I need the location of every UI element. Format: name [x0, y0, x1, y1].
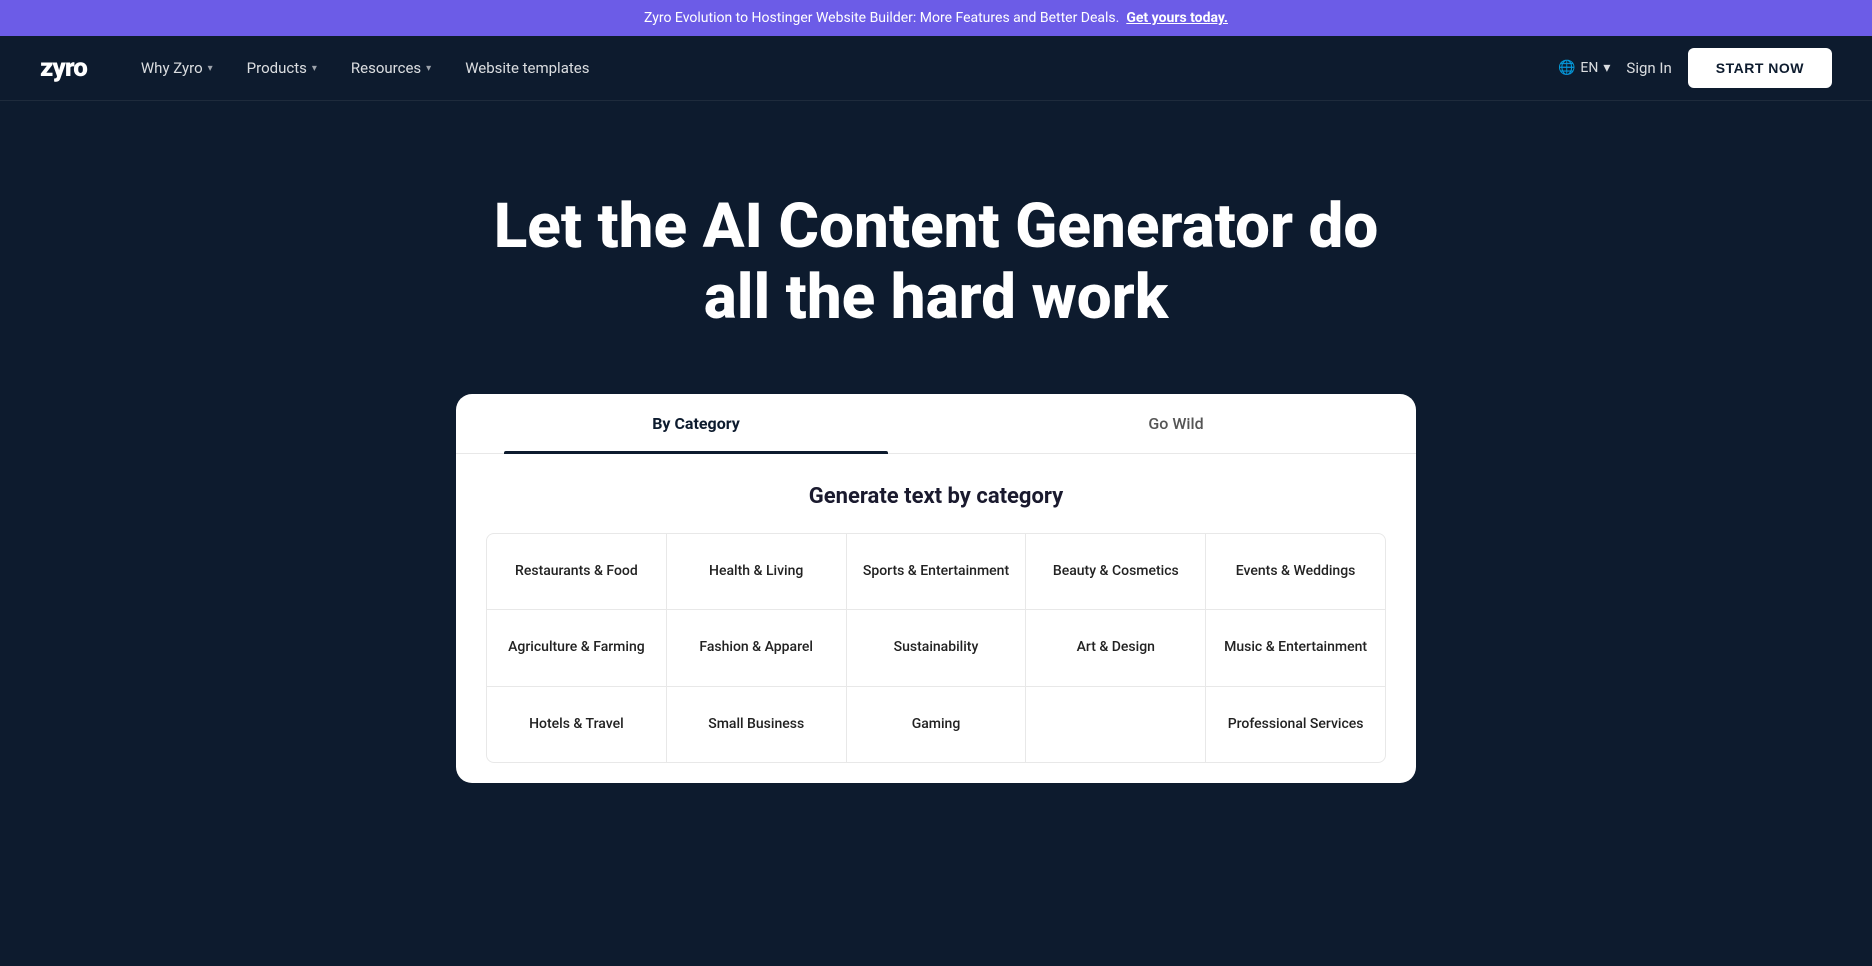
category-events-weddings[interactable]: Events & Weddings	[1206, 534, 1385, 610]
tab-go-wild[interactable]: Go Wild	[936, 394, 1416, 453]
nav-products[interactable]: Products ▾	[233, 51, 331, 85]
category-label: Professional Services	[1228, 716, 1364, 732]
nav-templates-label: Website templates	[465, 59, 589, 77]
category-agriculture-farming[interactable]: Agriculture & Farming	[487, 610, 666, 686]
nav-products-label: Products	[247, 59, 307, 77]
lang-label: EN	[1580, 60, 1598, 76]
announcement-text: Zyro Evolution to Hostinger Website Buil…	[644, 10, 1119, 26]
nav-right: 🌐 EN ▾ Sign In START NOW	[1558, 48, 1832, 88]
category-label: Gaming	[912, 716, 961, 732]
category-small-business[interactable]: Small Business	[667, 687, 846, 763]
chevron-down-icon: ▾	[312, 63, 317, 74]
category-beauty-cosmetics[interactable]: Beauty & Cosmetics	[1026, 534, 1205, 610]
category-label: Sustainability	[894, 639, 979, 655]
category-music-entertainment[interactable]: Music & Entertainment	[1206, 610, 1385, 686]
tab-by-category-label: By Category	[652, 414, 740, 433]
lang-selector[interactable]: 🌐 EN ▾	[1558, 60, 1610, 76]
nav-why-zyro-label: Why Zyro	[141, 59, 203, 77]
hero-heading: Let the AI Content Generator do all the …	[486, 191, 1386, 334]
category-panel: By Category Go Wild Generate text by cat…	[456, 394, 1416, 784]
sign-in-label: Sign In	[1626, 59, 1671, 77]
logo-zyro: zyro	[40, 53, 87, 83]
hero-section: Let the AI Content Generator do all the …	[0, 101, 1872, 394]
announcement-bar: Zyro Evolution to Hostinger Website Buil…	[0, 0, 1872, 36]
main-nav: zyro Why Zyro ▾ Products ▾ Resources ▾ W…	[0, 36, 1872, 101]
category-health-living[interactable]: Health & Living	[667, 534, 846, 610]
category-label: Events & Weddings	[1236, 563, 1356, 579]
category-label: Beauty & Cosmetics	[1053, 563, 1179, 579]
category-label: Agriculture & Farming	[508, 639, 645, 655]
category-gaming[interactable]: Gaming	[847, 687, 1026, 763]
category-label: Art & Design	[1077, 639, 1155, 655]
category-grid: Restaurants & Food Health & Living Sport…	[486, 533, 1386, 764]
start-now-button[interactable]: START NOW	[1688, 48, 1832, 88]
category-label: Sports & Entertainment	[863, 563, 1009, 579]
hero-line2: all the hard work	[704, 261, 1169, 334]
category-sports-entertainment[interactable]: Sports & Entertainment	[847, 534, 1026, 610]
category-empty	[1026, 687, 1205, 763]
category-label: Health & Living	[709, 563, 803, 579]
chevron-down-icon: ▾	[1603, 60, 1610, 76]
nav-resources-label: Resources	[351, 59, 421, 77]
nav-links: Why Zyro ▾ Products ▾ Resources ▾ Websit…	[127, 51, 1558, 85]
category-professional-services[interactable]: Professional Services	[1206, 687, 1385, 763]
hero-line1: Let the AI Content Generator do	[494, 190, 1379, 263]
sign-in-link[interactable]: Sign In	[1626, 59, 1671, 77]
category-label: Hotels & Travel	[529, 716, 624, 732]
nav-website-templates[interactable]: Website templates	[451, 51, 603, 85]
category-restaurants-food[interactable]: Restaurants & Food	[487, 534, 666, 610]
category-fashion-apparel[interactable]: Fashion & Apparel	[667, 610, 846, 686]
category-label: Music & Entertainment	[1224, 639, 1367, 655]
category-label: Fashion & Apparel	[699, 639, 813, 655]
category-label: Restaurants & Food	[515, 563, 638, 579]
category-hotels-travel[interactable]: Hotels & Travel	[487, 687, 666, 763]
nav-resources[interactable]: Resources ▾	[337, 51, 445, 85]
panel-title: Generate text by category	[456, 484, 1416, 509]
category-art-design[interactable]: Art & Design	[1026, 610, 1205, 686]
logo: zyro	[40, 53, 87, 83]
chevron-down-icon: ▾	[208, 63, 213, 74]
announcement-link[interactable]: Get yours today.	[1126, 10, 1228, 26]
globe-icon: 🌐	[1558, 60, 1575, 76]
panel-tabs: By Category Go Wild	[456, 394, 1416, 454]
nav-why-zyro[interactable]: Why Zyro ▾	[127, 51, 227, 85]
logo-text: zyro	[40, 53, 87, 83]
tab-go-wild-label: Go Wild	[1148, 414, 1203, 433]
category-sustainability[interactable]: Sustainability	[847, 610, 1026, 686]
tab-by-category[interactable]: By Category	[456, 394, 936, 453]
chevron-down-icon: ▾	[426, 63, 431, 74]
category-label: Small Business	[708, 716, 804, 732]
